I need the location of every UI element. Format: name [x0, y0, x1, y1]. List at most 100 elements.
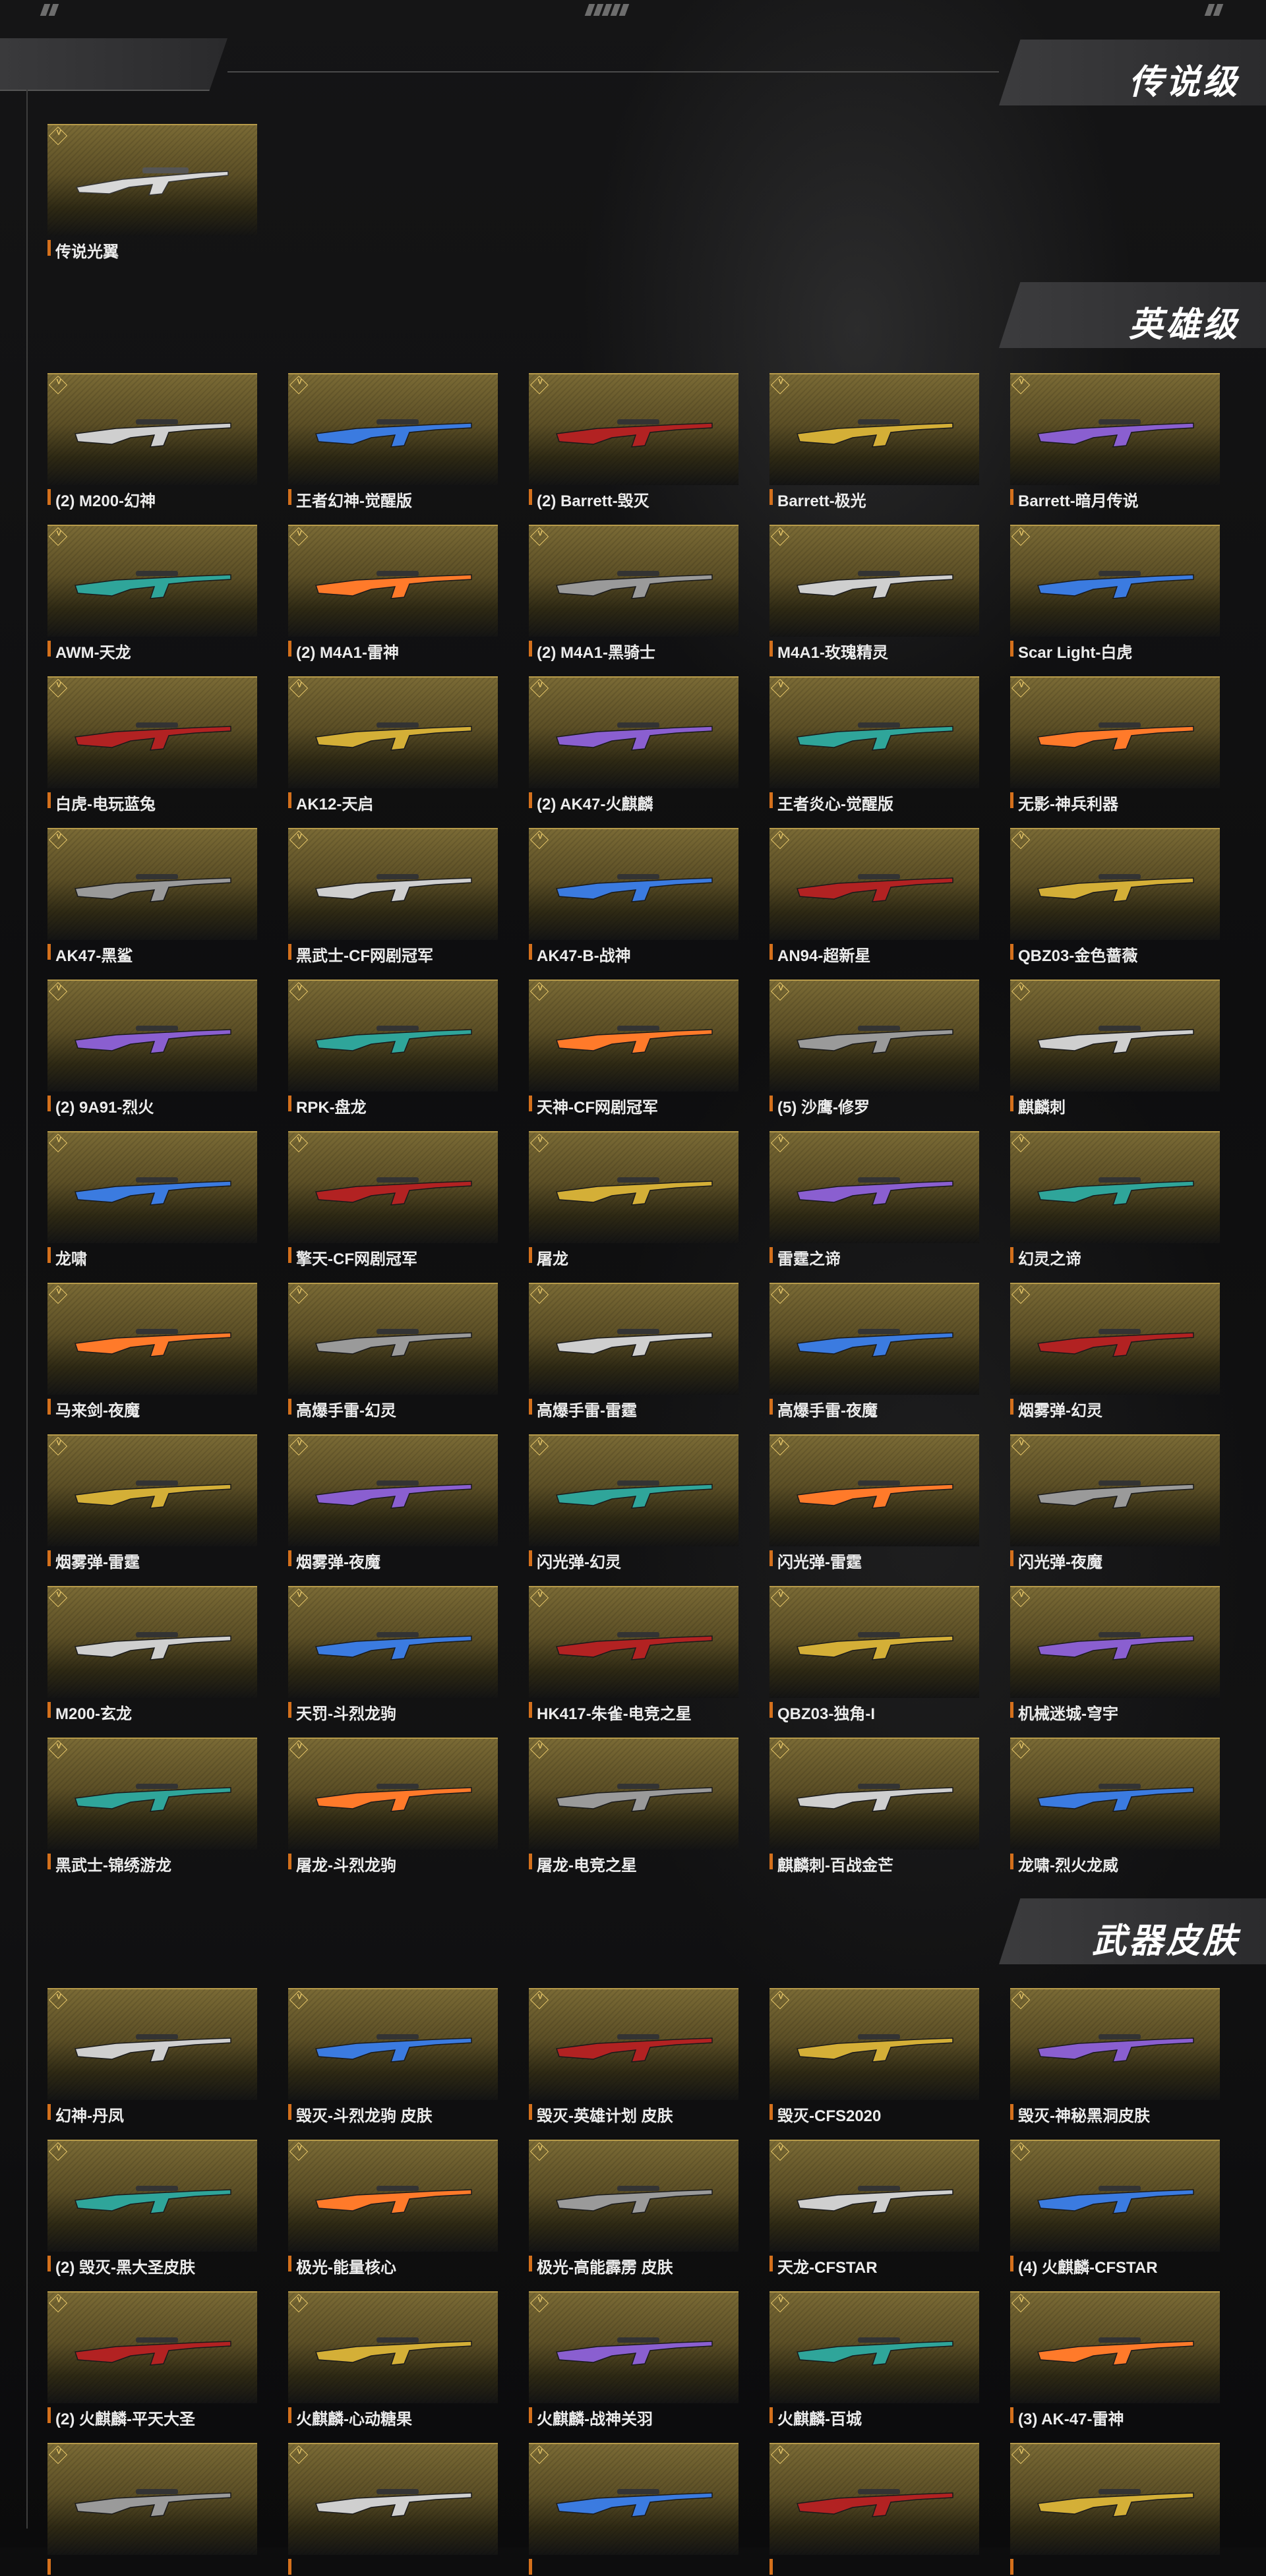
weapon-icon	[1037, 419, 1194, 448]
item-image	[288, 525, 498, 637]
rank-badge-icon	[770, 2293, 790, 2313]
item-card[interactable]: 火麒麟-百城	[769, 2291, 979, 2428]
weapon-icon	[75, 2186, 231, 2214]
item-card[interactable]: 无影-神兵利器	[1010, 676, 1220, 813]
item-card[interactable]: 毁灭-斗烈龙驹 皮肤	[288, 1988, 498, 2125]
item-card[interactable]: 机械迷城-穹宇	[1010, 1586, 1220, 1723]
item-card[interactable]: AK47-B-战神	[529, 828, 738, 965]
item-card[interactable]: (2) 火麒麟-平天大圣	[47, 2291, 257, 2428]
item-card[interactable]: 闪光弹-雷霆	[769, 1434, 979, 1571]
item-card[interactable]: 天龙-CFSTAR	[769, 2140, 979, 2277]
item-card[interactable]: 天罚-斗烈龙驹	[288, 1586, 498, 1723]
item-card[interactable]: 黑武士-CF网剧冠军	[288, 828, 498, 965]
item-card[interactable]: (2) 9A91-烈火	[47, 980, 257, 1117]
item-card[interactable]: 幻神-丹凤	[47, 1988, 257, 2125]
rank-badge-icon	[1011, 375, 1031, 395]
item-name: (2) M4A1-黑骑士	[529, 639, 746, 662]
rank-badge-icon	[1011, 1740, 1031, 1759]
item-card[interactable]: AK47-黑鲨	[47, 828, 257, 965]
item-image	[288, 980, 498, 1092]
item-card[interactable]: 王者炎心-觉醒版	[769, 676, 979, 813]
item-card[interactable]: Scar Light-白虎	[1010, 525, 1220, 662]
item-card[interactable]: Barrett-极光	[769, 373, 979, 510]
item-card[interactable]: 毁灭-神秘黑洞皮肤	[1010, 1988, 1220, 2125]
item-card[interactable]	[1010, 2443, 1220, 2575]
item-name: (2) 火麒麟-平天大圣	[47, 2406, 265, 2428]
item-card[interactable]	[47, 2443, 257, 2575]
item-card[interactable]: M200-玄龙	[47, 1586, 257, 1723]
item-card[interactable]: 烟雾弹-夜魔	[288, 1434, 498, 1571]
item-card[interactable]: (2) M4A1-黑骑士	[529, 525, 738, 662]
item-card[interactable]: 龙啸-烈火龙威	[1010, 1738, 1220, 1875]
item-card[interactable]: (2) Barrett-毁灭	[529, 373, 738, 510]
item-card[interactable]: (4) 火麒麟-CFSTAR	[1010, 2140, 1220, 2277]
item-card[interactable]: 擎天-CF网剧冠军	[288, 1131, 498, 1268]
item-image	[529, 676, 738, 788]
item-image	[47, 525, 257, 637]
item-card[interactable]	[529, 2443, 738, 2575]
weapon-icon	[1037, 1026, 1194, 1054]
item-image	[47, 1586, 257, 1698]
item-card[interactable]: Barrett-暗月传说	[1010, 373, 1220, 510]
item-card[interactable]: 高爆手雷-夜魔	[769, 1283, 979, 1420]
item-card[interactable]: 高爆手雷-幻灵	[288, 1283, 498, 1420]
item-card[interactable]: 传说光翼	[47, 124, 257, 261]
item-card[interactable]: 麒麟刺	[1010, 980, 1220, 1117]
weapon-icon	[797, 2034, 953, 2063]
item-card[interactable]: 闪光弹-夜魔	[1010, 1434, 1220, 1571]
item-card[interactable]: 白虎-电玩蓝兔	[47, 676, 257, 813]
item-card[interactable]: (2) M200-幻神	[47, 373, 257, 510]
item-card[interactable]: (2) 毁灭-黑大圣皮肤	[47, 2140, 257, 2277]
item-card[interactable]: 烟雾弹-雷霆	[47, 1434, 257, 1571]
item-card[interactable]: 马来剑-夜魔	[47, 1283, 257, 1420]
item-image	[769, 1131, 979, 1243]
item-card[interactable]: M4A1-玫瑰精灵	[769, 525, 979, 662]
item-name: 王者炎心-觉醒版	[769, 791, 987, 813]
item-card[interactable]: AN94-超新星	[769, 828, 979, 965]
item-card[interactable]: 毁灭-英雄计划 皮肤	[529, 1988, 738, 2125]
item-card[interactable]: 屠龙-斗烈龙驹	[288, 1738, 498, 1875]
item-card[interactable]: 屠龙	[529, 1131, 738, 1268]
grid-legendary: 传说光翼	[47, 124, 1220, 261]
item-card[interactable]: 龙啸	[47, 1131, 257, 1268]
item-card[interactable]: 天神-CF网剧冠军	[529, 980, 738, 1117]
item-card[interactable]: 屠龙-电竞之星	[529, 1738, 738, 1875]
item-card[interactable]: AWM-天龙	[47, 525, 257, 662]
item-card[interactable]: 王者幻神-觉醒版	[288, 373, 498, 510]
weapon-icon	[556, 1480, 713, 1509]
item-card[interactable]: 烟雾弹-幻灵	[1010, 1283, 1220, 1420]
item-card[interactable]: (3) AK-47-雷神	[1010, 2291, 1220, 2428]
item-card[interactable]: 极光-能量核心	[288, 2140, 498, 2277]
item-card[interactable]: 火麒麟-心动糖果	[288, 2291, 498, 2428]
item-card[interactable]: 火麒麟-战神关羽	[529, 2291, 738, 2428]
item-card[interactable]: 毁灭-CFS2020	[769, 1988, 979, 2125]
item-card[interactable]: 黑武士-锦绣游龙	[47, 1738, 257, 1875]
item-card[interactable]: HK417-朱雀-电竞之星	[529, 1586, 738, 1723]
rank-badge-icon	[770, 678, 790, 698]
item-image	[1010, 1283, 1220, 1395]
rank-badge-icon	[48, 1740, 68, 1759]
item-name: QBZ03-金色蔷薇	[1010, 943, 1228, 965]
rank-badge-icon	[48, 2293, 68, 2313]
item-image	[769, 980, 979, 1092]
item-card[interactable]: QBZ03-金色蔷薇	[1010, 828, 1220, 965]
item-card[interactable]: 闪光弹-幻灵	[529, 1434, 738, 1571]
item-card[interactable]: (5) 沙鹰-修罗	[769, 980, 979, 1117]
item-card[interactable]: 幻灵之谛	[1010, 1131, 1220, 1268]
item-card[interactable]: RPK-盘龙	[288, 980, 498, 1117]
item-image	[1010, 1988, 1220, 2100]
item-card[interactable]: 雷霆之谛	[769, 1131, 979, 1268]
rank-badge-icon	[1011, 2142, 1031, 2161]
item-card[interactable]: 高爆手雷-雷霆	[529, 1283, 738, 1420]
item-card[interactable]: 麒麟刺-百战金芒	[769, 1738, 979, 1875]
item-name: AK47-黑鲨	[47, 943, 265, 965]
item-image	[1010, 1434, 1220, 1546]
item-card[interactable]: AK12-天启	[288, 676, 498, 813]
item-card[interactable]: QBZ03-独角-I	[769, 1586, 979, 1723]
item-card[interactable]: 极光-高能霹雳 皮肤	[529, 2140, 738, 2277]
item-card[interactable]	[769, 2443, 979, 2575]
item-card[interactable]: (2) M4A1-雷神	[288, 525, 498, 662]
item-card[interactable]	[288, 2443, 498, 2575]
item-card[interactable]: (2) AK47-火麒麟	[529, 676, 738, 813]
item-image	[1010, 1131, 1220, 1243]
